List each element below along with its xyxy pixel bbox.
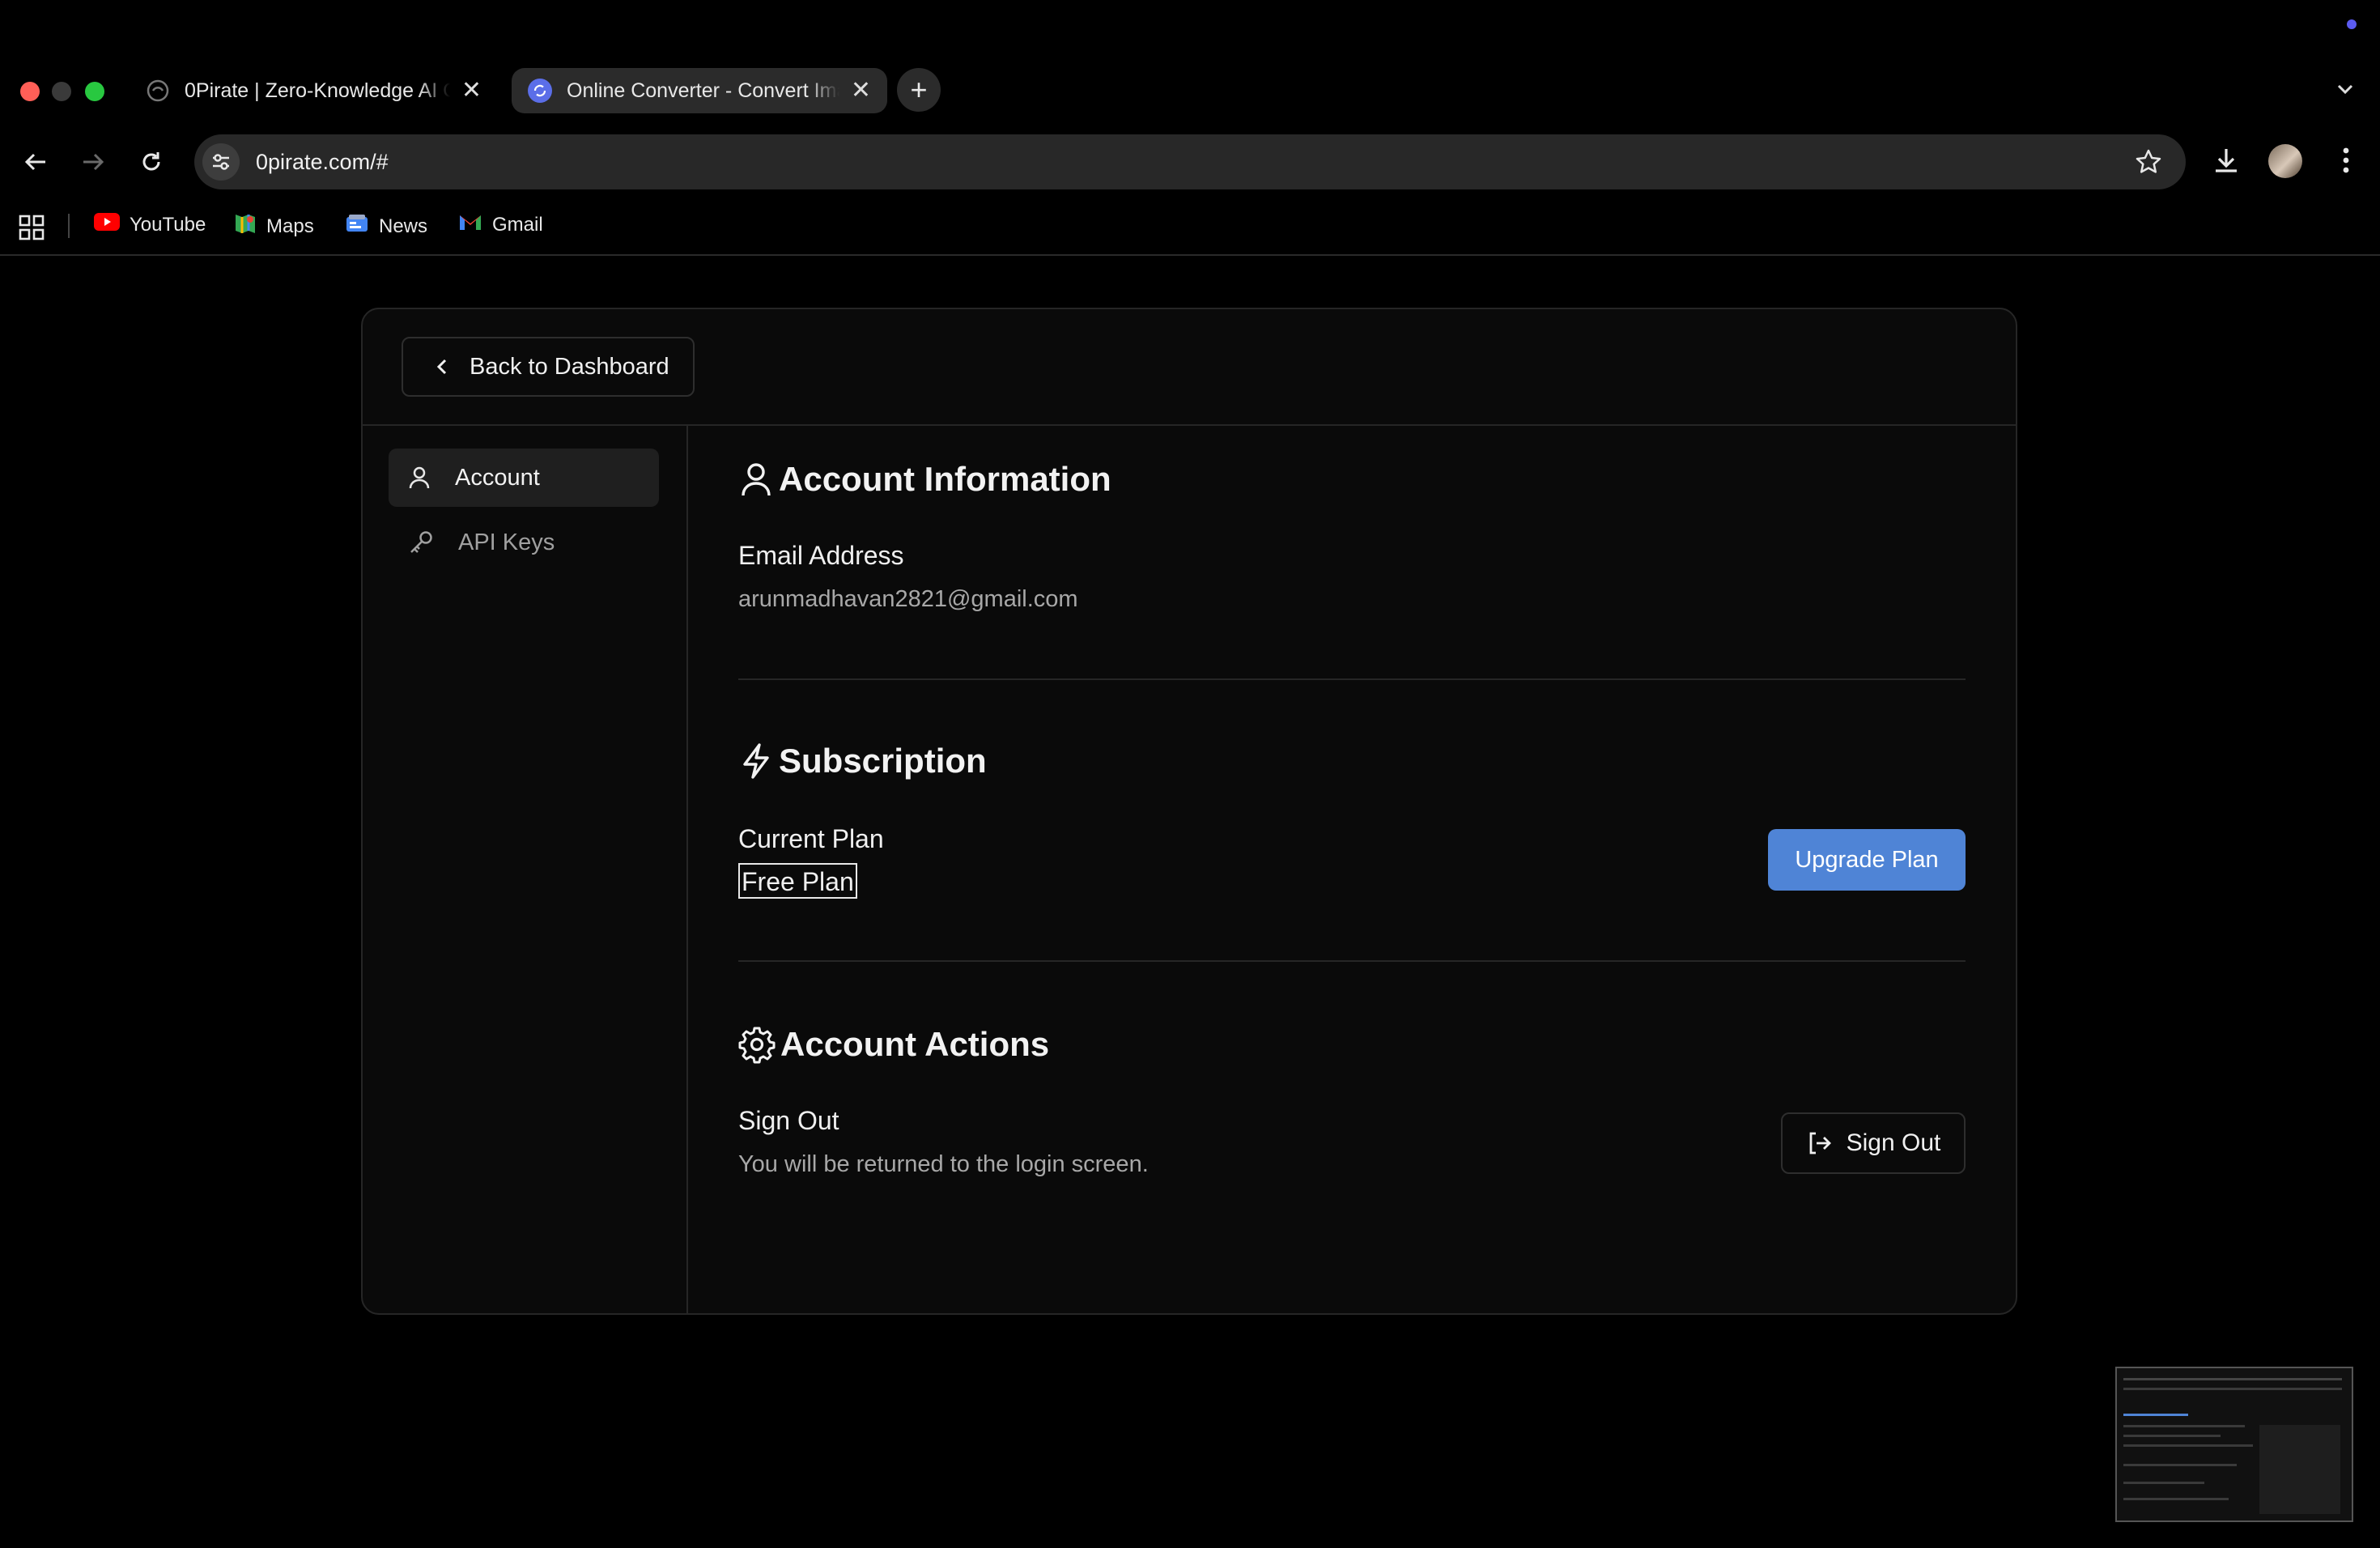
new-tab-button[interactable]: + xyxy=(897,68,941,112)
profile-avatar[interactable] xyxy=(2268,144,2302,178)
bookmark-label: YouTube xyxy=(130,213,206,236)
chrome-divider xyxy=(0,254,2380,256)
section-title-text: Account Information xyxy=(779,460,1111,498)
download-icon[interactable] xyxy=(2210,144,2242,181)
sidebar-item-label: API Keys xyxy=(458,529,555,555)
sign-out-button[interactable]: Sign Out xyxy=(1781,1112,1966,1174)
section-title-text: Account Actions xyxy=(780,1025,1050,1063)
current-plan-value: Free Plan xyxy=(738,863,857,899)
sign-out-label: Sign Out xyxy=(738,1106,839,1135)
window-zoom-button[interactable] xyxy=(85,82,104,101)
section-divider xyxy=(738,960,1966,962)
current-plan-label: Current Plan xyxy=(738,824,884,853)
screen-preview-thumbnail[interactable] xyxy=(2115,1367,2353,1522)
address-bar[interactable]: 0pirate.com/# xyxy=(194,134,2186,189)
browser-menu-icon[interactable] xyxy=(2331,144,2361,181)
pirate-favicon-icon xyxy=(146,79,170,103)
tab-search-chevron-icon[interactable] xyxy=(2334,78,2357,104)
email-label: Email Address xyxy=(738,541,904,570)
chevron-left-icon xyxy=(436,359,447,375)
bookmark-maps[interactable]: Maps xyxy=(234,212,314,240)
back-to-dashboard-button[interactable]: Back to Dashboard xyxy=(402,337,695,397)
forward-arrow-icon[interactable] xyxy=(75,144,111,180)
tab-close-icon[interactable]: ✕ xyxy=(461,79,482,103)
site-settings-icon[interactable] xyxy=(202,143,240,181)
bookmark-label: Maps xyxy=(266,215,314,237)
back-arrow-icon[interactable] xyxy=(18,144,53,180)
sidebar-item-api-keys[interactable]: API Keys xyxy=(389,513,659,572)
window-minimize-button[interactable] xyxy=(52,82,71,101)
url-text: 0pirate.com/# xyxy=(256,149,389,174)
account-actions-heading: Account Actions xyxy=(738,1025,1049,1064)
account-information-heading: Account Information xyxy=(738,460,1111,499)
gmail-icon xyxy=(458,212,482,237)
converter-favicon-icon xyxy=(528,79,552,103)
tab-title: Online Converter - Convert Images xyxy=(567,79,839,102)
sign-out-button-label: Sign Out xyxy=(1846,1129,1941,1156)
card-header: Back to Dashboard xyxy=(363,309,2016,426)
user-icon xyxy=(742,463,771,496)
tab-title: 0Pirate | Zero-Knowledge AI Chat xyxy=(185,79,450,102)
logout-icon xyxy=(1809,1132,1831,1155)
browser-tab-0pirate[interactable]: 0Pirate | Zero-Knowledge AI Chat ✕ xyxy=(130,68,498,113)
section-divider xyxy=(738,678,1966,680)
bookmark-label: Gmail xyxy=(492,213,543,236)
user-icon xyxy=(409,466,430,489)
upgrade-plan-button[interactable]: Upgrade Plan xyxy=(1768,829,1966,891)
subscription-heading: Subscription xyxy=(738,742,987,780)
browser-chrome: 0Pirate | Zero-Knowledge AI Chat ✕ Onlin… xyxy=(0,0,2380,254)
bookmark-youtube[interactable]: YouTube xyxy=(94,212,206,237)
key-icon xyxy=(410,531,432,553)
back-button-label: Back to Dashboard xyxy=(470,353,669,380)
email-value: arunmadhavan2821@gmail.com xyxy=(738,586,1078,612)
bookmark-label: News xyxy=(379,215,428,237)
lightning-icon xyxy=(743,743,769,779)
sidebar-item-label: Account xyxy=(455,464,540,491)
news-icon xyxy=(345,212,369,240)
bookmark-separator xyxy=(68,214,70,238)
bookmark-star-icon[interactable] xyxy=(2134,147,2163,181)
gear-icon xyxy=(738,1027,776,1064)
sidebar-item-account[interactable]: Account xyxy=(389,449,659,507)
tab-close-icon[interactable]: ✕ xyxy=(851,79,871,103)
sign-out-description: You will be returned to the login screen… xyxy=(738,1151,1149,1177)
maps-icon xyxy=(234,212,257,240)
apps-grid-icon[interactable] xyxy=(18,214,45,245)
section-title-text: Subscription xyxy=(779,742,987,780)
reload-icon[interactable] xyxy=(134,144,169,180)
youtube-icon xyxy=(94,212,120,237)
bookmark-gmail[interactable]: Gmail xyxy=(458,212,543,237)
window-close-button[interactable] xyxy=(20,82,40,101)
bookmark-news[interactable]: News xyxy=(345,212,427,240)
browser-tab-converter[interactable]: Online Converter - Convert Images ✕ xyxy=(512,68,887,113)
notification-dot xyxy=(2347,19,2357,29)
